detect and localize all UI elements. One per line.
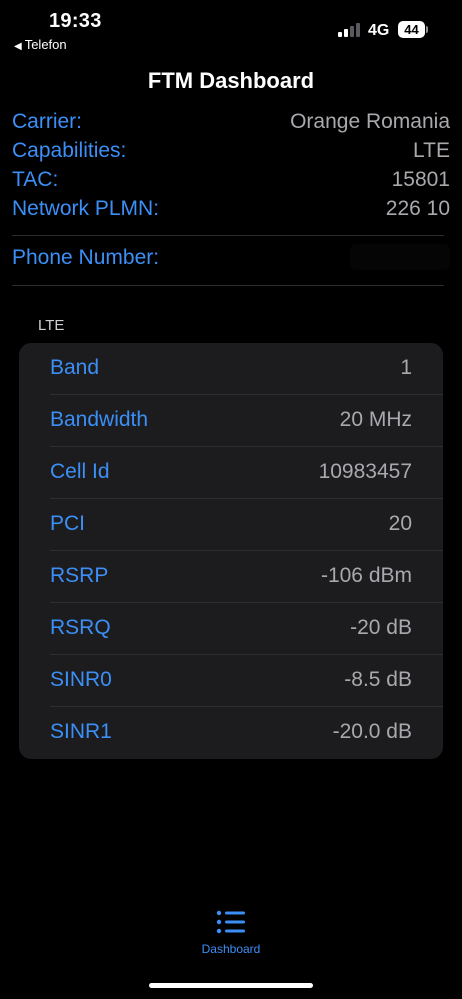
page-title: FTM Dashboard (147, 68, 315, 93)
status-time: 19:33 (49, 10, 102, 32)
lte-row-sinr1: SINR1 -20.0 dB (19, 707, 443, 759)
lte-row-label: RSRQ (50, 616, 111, 639)
lte-card: Band 1 Bandwidth 20 MHz Cell Id 10983457… (19, 343, 443, 759)
lte-row-value: 20 MHz (339, 408, 412, 431)
phone-label: Phone Number: (12, 246, 160, 269)
lte-row-sinr0: SINR0 -8.5 dB (19, 655, 443, 707)
tac-label: TAC: (12, 168, 59, 191)
lte-row-rsrq: RSRQ -20 dB (19, 603, 443, 655)
tac-value: 15801 (391, 168, 450, 191)
screen: 19:33 ◀ Telefon 4G 44 FTM Dashboard Carri… (0, 0, 462, 999)
lte-row-label: Bandwidth (50, 408, 149, 431)
lte-row-value: 20 (388, 512, 412, 535)
plmn-value: 226 10 (385, 197, 450, 220)
lte-row-label: Band (50, 356, 100, 379)
lte-row-value: 1 (400, 356, 412, 379)
carrier-value: Orange Romania (290, 110, 450, 133)
capabilities-row: Capabilities: LTE (12, 139, 450, 167)
battery-level: 44 (398, 21, 425, 38)
capabilities-label: Capabilities: (12, 139, 127, 162)
tac-row: TAC: 15801 (12, 168, 450, 196)
divider (12, 235, 444, 236)
cellular-signal-icon (338, 22, 362, 37)
lte-row-value: -20.0 dB (332, 720, 412, 743)
home-indicator[interactable] (149, 983, 313, 988)
lte-row-band: Band 1 (19, 343, 443, 395)
carrier-row: Carrier: Orange Romania (12, 110, 450, 138)
phone-number-redacted (350, 244, 450, 270)
tab-dashboard-label: Dashboard (201, 942, 261, 956)
lte-row-pci: PCI 20 (19, 499, 443, 551)
lte-row-bandwidth: Bandwidth 20 MHz (19, 395, 443, 447)
lte-row-label: Cell Id (50, 460, 110, 483)
tab-dashboard[interactable]: Dashboard (186, 908, 276, 960)
carrier-label: Carrier: (12, 110, 83, 133)
capabilities-value: LTE (413, 139, 450, 162)
lte-row-rsrp: RSRP -106 dBm (19, 551, 443, 603)
back-to-app-link[interactable]: ◀ Telefon (14, 37, 67, 52)
section-header-lte: LTE (38, 317, 65, 334)
divider (12, 285, 444, 286)
battery-icon: 44 (398, 21, 428, 38)
lte-row-label: SINR1 (50, 720, 112, 743)
lte-row-value: -106 dBm (320, 564, 412, 587)
network-type: 4G (368, 22, 390, 39)
lte-row-label: PCI (50, 512, 86, 535)
back-app-label: Telefon (24, 37, 67, 52)
lte-row-label: SINR0 (50, 668, 112, 691)
plmn-label: Network PLMN: (12, 197, 160, 220)
lte-row-value: 10983457 (318, 460, 412, 483)
list-bullet-icon (216, 910, 245, 934)
lte-row-label: RSRP (50, 564, 109, 587)
lte-row-value: -20 dB (350, 616, 412, 639)
lte-row-cell-id: Cell Id 10983457 (19, 447, 443, 499)
back-triangle-icon: ◀ (14, 41, 22, 52)
plmn-row: Network PLMN: 226 10 (12, 197, 450, 225)
lte-row-value: -8.5 dB (344, 668, 412, 691)
